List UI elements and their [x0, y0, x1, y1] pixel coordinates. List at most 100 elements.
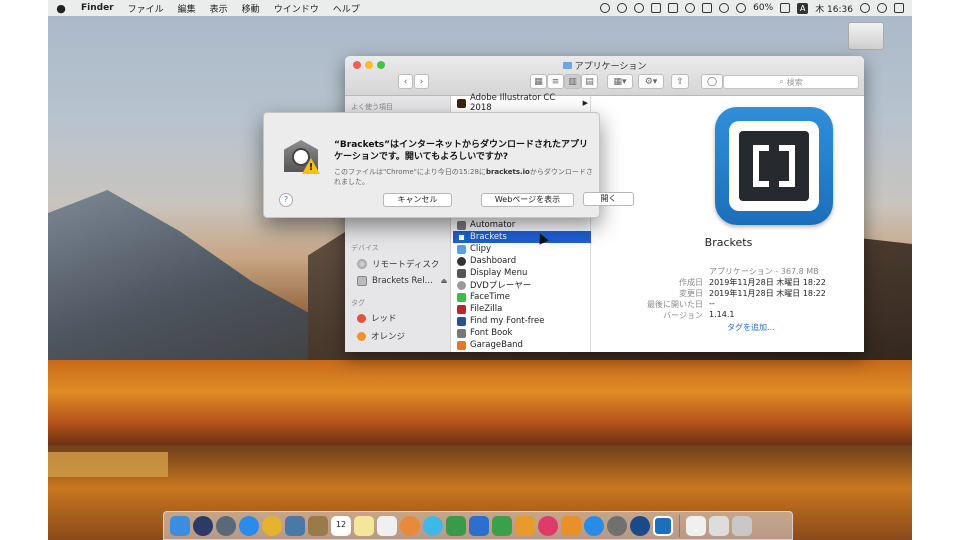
record-icon[interactable]	[600, 3, 611, 13]
sidebar-item-remote-disc[interactable]: リモートディスク	[357, 258, 439, 270]
file-name: Find my Font-free	[470, 316, 545, 326]
ibooks-dock-icon[interactable]	[561, 515, 581, 536]
cancel-button[interactable]: キャンセル	[383, 193, 452, 207]
filezilla-icon	[457, 304, 466, 314]
file-row[interactable]: Font Book	[453, 327, 591, 339]
find-my-font-icon	[457, 316, 466, 326]
ghost-icon[interactable]	[634, 3, 645, 13]
file-row[interactable]: FileZilla	[453, 303, 591, 315]
fm-icon[interactable]	[702, 3, 713, 13]
document-dock-icon[interactable]	[686, 515, 706, 536]
status-area: 60% A 木 16:36	[600, 2, 912, 15]
file-row-selected[interactable]: Brackets	[453, 231, 591, 243]
help-button[interactable]: ?	[279, 193, 293, 207]
illustrator-icon	[457, 98, 466, 108]
menu-help[interactable]: ヘルプ	[326, 2, 367, 15]
safari-dock-icon[interactable]	[239, 515, 259, 536]
sidebar-tag-orange[interactable]: オレンジ	[357, 330, 405, 342]
menu-edit[interactable]: 編集	[171, 2, 203, 15]
volume-icon[interactable]	[736, 3, 747, 13]
file-name: Display Menu	[470, 268, 528, 278]
window-title-text: アプリケーション	[574, 62, 647, 72]
icon-view-button[interactable]: ▦	[530, 74, 547, 89]
file-row[interactable]: Adobe Illustrator CC 2018 ▶	[453, 93, 591, 113]
photos-dock-icon[interactable]	[400, 515, 420, 536]
list-view-button[interactable]: ≡	[547, 74, 564, 89]
external-drive-icon[interactable]	[848, 22, 884, 50]
preview-app-name: Brackets	[704, 236, 753, 249]
siri-dock-icon[interactable]	[193, 515, 213, 536]
facetime-icon	[457, 292, 466, 302]
clock[interactable]: 木 16:36	[815, 2, 853, 15]
maps-dock-icon[interactable]	[469, 515, 489, 536]
folder-arrow-icon: ▶	[582, 99, 588, 107]
itunes-dock-icon[interactable]	[538, 515, 558, 536]
keynote-dock-icon[interactable]	[515, 515, 535, 536]
sidebar-item-brackets-volume[interactable]: Brackets Rel... ⏏	[357, 276, 447, 286]
trash-dock-icon[interactable]	[732, 515, 752, 536]
file-row[interactable]: DVDプレーヤー	[453, 279, 591, 291]
tags-button[interactable]: ◯	[701, 74, 723, 89]
disc-icon	[357, 259, 367, 269]
launchpad-dock-icon[interactable]	[216, 515, 236, 536]
messages-dock-icon[interactable]	[423, 515, 443, 536]
calendar-dock-icon[interactable]: 12	[331, 515, 351, 536]
action-gear-button[interactable]: ⚙▾	[638, 74, 664, 89]
dock-separator	[679, 514, 680, 537]
apple-menu-icon[interactable]: ●	[48, 2, 74, 15]
spotlight-icon[interactable]	[860, 3, 870, 13]
notes-folder-dock-icon[interactable]	[308, 515, 328, 536]
file-row[interactable]: Automator	[453, 219, 591, 231]
search-input[interactable]: ⌕ 検索	[723, 75, 859, 89]
brackets-dock-icon[interactable]	[653, 515, 673, 536]
eject-icon[interactable]: ⏏	[441, 277, 448, 285]
open-button[interactable]: 開く	[583, 192, 634, 206]
menu-file[interactable]: ファイル	[121, 2, 171, 15]
brackets-app-icon	[715, 107, 833, 225]
info-created: 2019年11月28日 木曜日 18:22	[709, 278, 826, 287]
group-button[interactable]: ▦▾	[607, 74, 633, 89]
menu-finder[interactable]: Finder	[74, 3, 121, 13]
show-webpage-button[interactable]: Webページを表示	[481, 193, 574, 207]
add-tags-link[interactable]: タグを追加...	[727, 322, 775, 333]
file-name: Font Book	[470, 328, 513, 338]
file-row[interactable]: Clipy	[453, 243, 591, 255]
chrome-dock-icon[interactable]	[262, 515, 282, 536]
battery-icon[interactable]	[780, 3, 791, 13]
file-row[interactable]: GarageBand	[453, 339, 591, 351]
menu-view[interactable]: 表示	[203, 2, 235, 15]
target-icon[interactable]	[617, 3, 628, 13]
input-method-icon[interactable]: A	[797, 2, 809, 14]
forward-button[interactable]: ›	[414, 74, 429, 89]
downloads-dock-icon[interactable]	[709, 515, 729, 536]
sidebar-tag-red[interactable]: レッド	[357, 312, 397, 324]
preview-dock-icon[interactable]	[285, 515, 305, 536]
gallery-view-button[interactable]: ▤	[581, 74, 598, 89]
system-preferences-dock-icon[interactable]	[607, 515, 627, 536]
clipboard-icon[interactable]	[651, 3, 662, 13]
bluetooth-icon[interactable]	[685, 3, 696, 13]
user-avatar-icon[interactable]	[877, 3, 887, 13]
file-row[interactable]: Dashboard	[453, 255, 591, 267]
numbers-dock-icon[interactable]	[492, 515, 512, 536]
file-row[interactable]: FaceTime	[453, 291, 591, 303]
wifi-icon[interactable]	[719, 3, 730, 13]
file-row[interactable]: Find my Font-free	[453, 315, 591, 327]
share-button[interactable]: ⇧	[671, 74, 689, 89]
notification-center-icon[interactable]	[894, 3, 904, 13]
activity-dock-icon[interactable]	[630, 515, 650, 536]
stickies-dock-icon[interactable]	[354, 515, 374, 536]
battery-percent[interactable]: 60%	[753, 3, 773, 13]
finder-dock-icon[interactable]	[170, 515, 190, 536]
facetime-dock-icon[interactable]	[446, 515, 466, 536]
reminders-dock-icon[interactable]	[377, 515, 397, 536]
automator-icon	[457, 220, 466, 230]
dropbox-icon[interactable]	[668, 3, 679, 13]
column-view-button[interactable]: ▥	[564, 74, 581, 89]
menu-go[interactable]: 移動	[235, 2, 267, 15]
app-store-dock-icon[interactable]	[584, 515, 604, 536]
file-row[interactable]: Display Menu	[453, 267, 591, 279]
menu-window[interactable]: ウインドウ	[267, 2, 326, 15]
back-button[interactable]: ‹	[398, 74, 413, 89]
dvd-player-icon	[457, 280, 466, 290]
